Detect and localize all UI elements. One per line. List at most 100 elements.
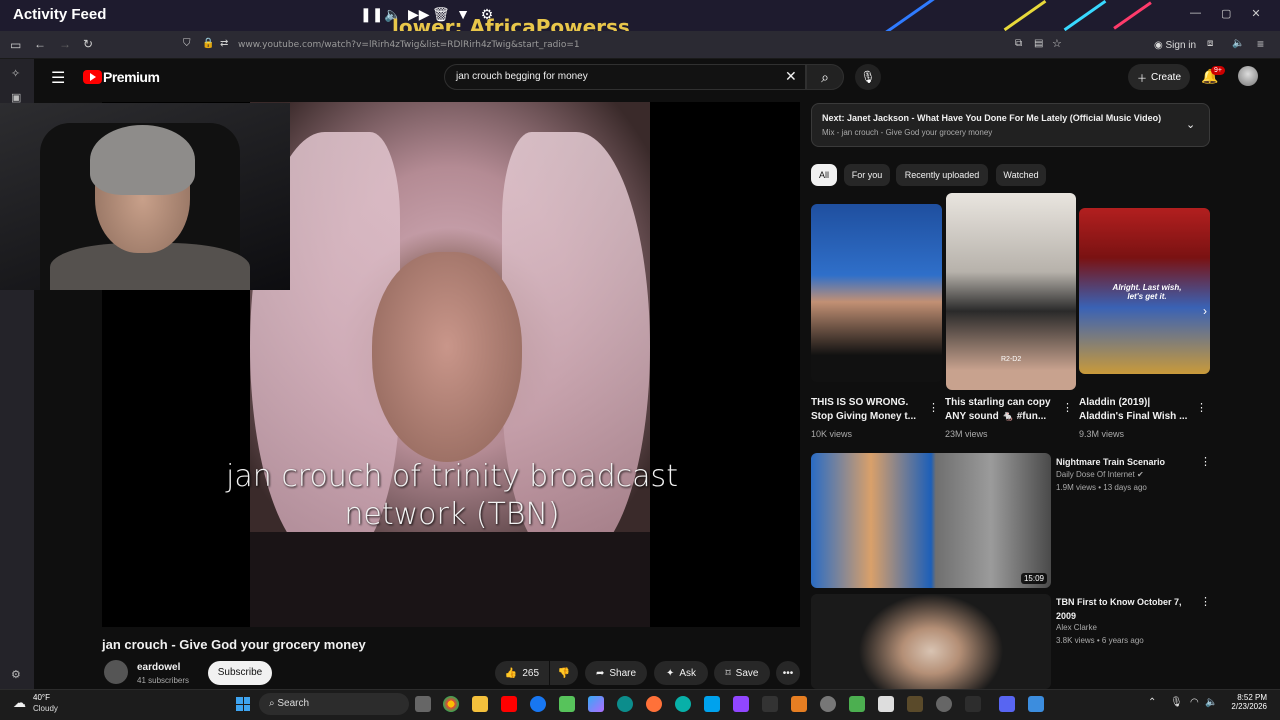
clock-time: 8:52 PM bbox=[1237, 693, 1267, 702]
file-explorer-icon[interactable] bbox=[472, 696, 488, 712]
short-title[interactable]: Aladdin (2019)| Aladdin's Final Wish ... bbox=[1079, 396, 1191, 424]
app-icon[interactable] bbox=[965, 696, 981, 712]
app-icon[interactable] bbox=[704, 696, 720, 712]
more-vertical-icon[interactable]: ⋮ bbox=[1200, 455, 1211, 468]
chevron-up-icon[interactable]: ⌃ bbox=[1148, 697, 1156, 708]
thumbs-up-icon: 👍 bbox=[504, 667, 518, 679]
share-button[interactable]: ➦ Share bbox=[585, 661, 647, 685]
audio-icon[interactable]: 🔈 bbox=[1232, 38, 1244, 49]
more-vertical-icon[interactable]: ⋮ bbox=[928, 401, 939, 414]
app-icon[interactable] bbox=[1028, 696, 1044, 712]
firefox-icon[interactable] bbox=[646, 696, 662, 712]
save-button[interactable]: ⌑ Save bbox=[714, 661, 770, 685]
voice-search-button[interactable]: 🎙 bbox=[855, 64, 881, 90]
weather-temperature[interactable]: 40°F bbox=[33, 693, 50, 702]
video-thumbnail[interactable] bbox=[811, 594, 1051, 689]
forward-icon[interactable]: → bbox=[59, 37, 71, 51]
app-icon[interactable] bbox=[675, 696, 691, 712]
discord-icon[interactable] bbox=[999, 696, 1015, 712]
short-title[interactable]: THIS IS SO WRONG. Stop Giving Money t... bbox=[811, 396, 923, 424]
youtube-app-icon[interactable] bbox=[501, 696, 517, 712]
clear-search-icon[interactable]: ✕ bbox=[785, 68, 797, 85]
hamburger-menu-icon[interactable]: ☰ bbox=[51, 68, 65, 88]
pause-icon[interactable]: ❚❚ bbox=[360, 6, 383, 23]
chevron-down-icon[interactable]: ⌄ bbox=[1186, 118, 1195, 131]
weather-icon[interactable]: ☁ bbox=[13, 695, 26, 711]
app-icon[interactable] bbox=[791, 696, 807, 712]
edge-icon[interactable] bbox=[617, 696, 633, 712]
app-icon[interactable] bbox=[907, 696, 923, 712]
back-icon[interactable]: ← bbox=[34, 37, 46, 51]
up-next-title[interactable]: Next: Janet Jackson - What Have You Done… bbox=[822, 113, 1161, 123]
clock[interactable]: 8:52 PM 2/23/2026 bbox=[1225, 693, 1267, 711]
app-icon[interactable] bbox=[762, 696, 778, 712]
youtube-logo-text[interactable]: Premium bbox=[103, 69, 160, 85]
start-button[interactable] bbox=[236, 697, 250, 711]
messenger-icon[interactable] bbox=[530, 696, 546, 712]
channel-name[interactable]: eardowel bbox=[137, 662, 180, 673]
video-card-title[interactable]: TBN First to Know October 7, 2009 bbox=[1056, 595, 1196, 623]
short-thumbnail[interactable]: Alright. Last wish, let's get it. bbox=[1079, 208, 1210, 374]
search-button[interactable]: ⌕ bbox=[806, 64, 844, 90]
permissions-icon[interactable]: ⇄ bbox=[220, 38, 228, 49]
microphone-icon[interactable]: 🎙 bbox=[1170, 697, 1183, 708]
maximize-icon[interactable]: ▢ bbox=[1221, 7, 1231, 20]
ask-button[interactable]: ✦ Ask bbox=[654, 661, 708, 685]
app-icon[interactable] bbox=[936, 696, 952, 712]
video-card-channel[interactable]: Alex Clarke bbox=[1056, 623, 1097, 632]
app-icon[interactable] bbox=[878, 696, 894, 712]
more-vertical-icon[interactable]: ⋮ bbox=[1200, 595, 1211, 608]
menu-icon[interactable]: ≡ bbox=[1257, 37, 1264, 51]
obs-icon[interactable] bbox=[820, 696, 836, 712]
video-subject-face bbox=[372, 252, 522, 462]
search-query[interactable]: jan crouch begging for money bbox=[456, 71, 588, 82]
bookmark-star-icon[interactable]: ☆ bbox=[1052, 37, 1062, 50]
video-card-channel-name: Daily Dose Of Internet bbox=[1056, 470, 1135, 479]
url-bar[interactable]: www.youtube.com/watch?v=lRirh4zTwig&list… bbox=[238, 40, 580, 50]
chip-all[interactable]: All bbox=[811, 164, 837, 186]
video-card-title[interactable]: Nightmare Train Scenario bbox=[1056, 455, 1196, 469]
subscribe-button[interactable]: Subscribe bbox=[208, 661, 272, 685]
task-view-icon[interactable] bbox=[415, 696, 431, 712]
taskbar-search[interactable]: ⌕ Search bbox=[259, 693, 409, 715]
more-vertical-icon[interactable]: ⋮ bbox=[1196, 401, 1207, 414]
ai-icon[interactable]: ✧ bbox=[11, 67, 20, 80]
sidebar-toggle-icon[interactable]: ▭ bbox=[10, 38, 21, 52]
avatar[interactable] bbox=[1238, 66, 1258, 86]
app-icon[interactable] bbox=[849, 696, 865, 712]
video-thumbnail[interactable]: 15:09 bbox=[811, 453, 1051, 588]
more-actions-button[interactable]: ••• bbox=[776, 661, 800, 685]
dislike-button[interactable]: 👎 bbox=[550, 661, 578, 685]
short-thumbnail[interactable] bbox=[811, 204, 942, 382]
short-title[interactable]: This starling can copy ANY sound 🐁 #fun.… bbox=[945, 396, 1057, 424]
close-icon[interactable]: ✕ bbox=[1251, 7, 1260, 20]
shield-icon[interactable]: ⛉ bbox=[183, 38, 191, 49]
chrome-icon[interactable] bbox=[443, 696, 459, 712]
settings-icon[interactable]: ⚙ bbox=[11, 668, 21, 681]
chip-watched[interactable]: Watched bbox=[996, 164, 1046, 186]
short-overlay-text: Alright. Last wish, let's get it. bbox=[1112, 283, 1182, 301]
create-button[interactable]: ＋ Create bbox=[1128, 64, 1190, 90]
chip-for-you[interactable]: For you bbox=[844, 164, 890, 186]
calculator-icon[interactable] bbox=[559, 696, 575, 712]
like-button[interactable]: 👍 265 bbox=[495, 661, 549, 685]
wifi-icon[interactable]: ◠ bbox=[1190, 697, 1199, 708]
video-card-channel[interactable]: Daily Dose Of Internet ✔ bbox=[1056, 470, 1144, 479]
reload-icon[interactable]: ↻ bbox=[83, 37, 93, 51]
reader-view-icon[interactable]: ▤ bbox=[1034, 38, 1043, 49]
channel-avatar[interactable] bbox=[104, 660, 128, 684]
short-thumbnail[interactable]: R2-D2 bbox=[946, 193, 1076, 390]
chip-recently-uploaded[interactable]: Recently uploaded bbox=[896, 164, 988, 186]
up-next-panel[interactable] bbox=[811, 103, 1210, 147]
minimize-icon[interactable]: — bbox=[1190, 7, 1201, 20]
twitch-icon[interactable] bbox=[733, 696, 749, 712]
volume-icon[interactable]: 🔈 bbox=[1205, 697, 1217, 708]
sign-in-button[interactable]: ◉ Sign in bbox=[1154, 40, 1196, 51]
picture-in-picture-icon[interactable]: ⧉ bbox=[1015, 38, 1022, 49]
chevron-right-icon[interactable]: › bbox=[1203, 304, 1207, 318]
more-vertical-icon[interactable]: ⋮ bbox=[1062, 401, 1073, 414]
copilot-icon[interactable] bbox=[588, 696, 604, 712]
extensions-icon[interactable]: ⧈ bbox=[1207, 38, 1213, 49]
lock-icon[interactable]: 🔒 bbox=[202, 38, 214, 49]
youtube-logo-icon[interactable] bbox=[83, 70, 102, 84]
